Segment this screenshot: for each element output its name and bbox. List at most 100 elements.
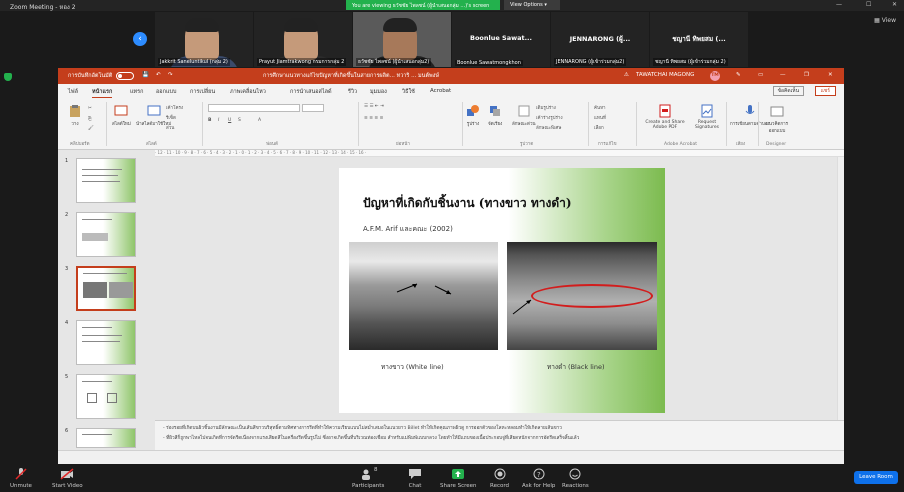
new-slide-button[interactable]: สไลด์ใหม่ — [112, 104, 131, 127]
participant-tile[interactable]: JENNARONG (ผู้... JENNARONG (ผู้เข้าร่วม… — [551, 12, 649, 67]
comments-button[interactable]: ข้อคิดเห็น — [772, 86, 804, 96]
layout-button[interactable]: เค้าโครง — [166, 104, 183, 111]
unmute-button[interactable]: Unmute — [10, 468, 32, 489]
participant-tile[interactable]: ชญานี ทิพยสม (... ชญานี ทิพยสม (ผู้เข้าร… — [650, 12, 748, 67]
ppt-minimize-icon[interactable]: — — [780, 72, 786, 78]
caption-black-line[interactable]: ทางดำ (Black line) — [547, 362, 605, 372]
font-name-box[interactable] — [208, 104, 300, 112]
save-icon[interactable]: 💾 — [142, 72, 149, 78]
slide-thumbnail[interactable] — [76, 212, 136, 257]
shape-fill-button[interactable]: เติมรูปร่าง — [536, 104, 556, 111]
arrange-button[interactable]: จัดเรียง — [488, 104, 502, 127]
reactions-button[interactable]: Reactions — [562, 468, 589, 489]
pen-icon[interactable]: ✎ — [736, 72, 741, 78]
group-paragraph: ย่อหน้า — [396, 142, 410, 147]
cut-icon[interactable]: ✂ — [88, 106, 92, 111]
reset-button[interactable]: รีเซ็ต — [166, 114, 176, 121]
arrow-annotations — [396, 283, 452, 295]
tab-file[interactable]: ไฟล์ — [68, 88, 78, 96]
slide-thumbnail[interactable] — [76, 158, 136, 203]
shape-outline-button[interactable]: เค้าร่างรูปร่าง — [536, 114, 563, 121]
italic-icon[interactable]: I — [218, 118, 219, 123]
ppt-close-icon[interactable]: ✕ — [828, 72, 833, 78]
font-size-box[interactable] — [302, 104, 324, 112]
speaker-notes[interactable]: - ร่องรอยที่เกิดบนผิวชิ้นงานมีลักษณะเป็น… — [155, 420, 844, 450]
tab-view[interactable]: มุมมอง — [370, 88, 387, 96]
participant-tile[interactable]: ธวัชชัย ไพลชน์ (ผู้นำเสนอกลุ่ม2) — [353, 12, 451, 67]
caption-white-line[interactable]: ทางขาว (White line) — [381, 362, 444, 372]
select-button[interactable]: เลือก — [594, 124, 604, 131]
start-video-label: Start Video — [52, 483, 83, 489]
tab-insert[interactable]: แทรก — [130, 88, 143, 96]
tab-design[interactable]: ออกแบบ — [156, 88, 176, 96]
slide-thumbnail[interactable] — [76, 374, 136, 419]
user-avatar[interactable]: TM — [710, 71, 720, 81]
share-screen-button[interactable]: Share Screen — [440, 468, 477, 489]
view-options-button[interactable]: View Options ▾ — [504, 0, 560, 10]
ask-for-help-button[interactable]: ? Ask for Help — [522, 468, 555, 489]
ppt-restore-icon[interactable]: ❐ — [804, 72, 809, 78]
maximize-icon[interactable]: ☐ — [866, 1, 871, 8]
paste-button[interactable]: วาง — [68, 104, 82, 127]
record-label: Record — [490, 483, 510, 489]
tab-transitions[interactable]: การเปลี่ยน — [190, 88, 215, 96]
undo-icon[interactable]: ↶ — [156, 72, 161, 78]
leave-room-button[interactable]: Leave Room — [854, 471, 898, 484]
white-line-photo[interactable] — [349, 242, 498, 350]
align-icon[interactable]: ≡ ≡ ≡ ≡ — [364, 116, 383, 121]
minimize-icon[interactable]: — — [836, 1, 842, 8]
find-button[interactable]: ค้นหา — [594, 104, 606, 111]
tab-acrobat[interactable]: Acrobat — [430, 88, 451, 94]
tab-review[interactable]: รีวิว — [348, 88, 357, 96]
close-icon[interactable]: ✕ — [892, 1, 897, 8]
replace-button[interactable]: แทนที่ — [594, 114, 606, 121]
font-color-icon[interactable]: A — [258, 118, 261, 123]
record-button[interactable]: Record — [490, 468, 509, 489]
copy-icon[interactable]: ⎘ — [88, 116, 92, 122]
tab-help[interactable]: วิธีใช้ — [402, 88, 415, 96]
bold-icon[interactable]: B — [208, 118, 211, 123]
design-ideas-button[interactable]: แนวคิดการออกแบบ — [762, 104, 792, 134]
chat-button[interactable]: Chat — [408, 468, 422, 489]
thumbnail-line — [83, 273, 127, 274]
format-painter-icon[interactable]: 🖌 — [88, 126, 94, 131]
slide-thumbnail-selected[interactable] — [76, 266, 136, 311]
tab-slideshow[interactable]: การนำเสนอสไลด์ — [290, 88, 332, 96]
slide-thumbnail[interactable] — [76, 428, 136, 448]
bullets-icon[interactable]: ☰ ☰ ⇤ ⇥ — [364, 104, 384, 109]
participant-tile[interactable]: Boonlue Sawat... Boonlue Sawatmongkhon — [452, 12, 550, 67]
help-icon: ? — [533, 468, 545, 480]
current-slide[interactable]: ปัญหาที่เกิดกับชิ้นงาน (ทางขาว ทางดำ) A.… — [339, 168, 665, 413]
strip-prev-button[interactable]: ‹ — [133, 32, 147, 46]
participant-tile[interactable]: Prayut Jiamtrakwong กรมการกลุ่ม 2 — [254, 12, 352, 67]
quick-styles-button[interactable]: ลักษณะด่วน — [512, 104, 536, 127]
request-signatures-button[interactable]: Request Signatures — [690, 104, 724, 130]
shape-effects-button[interactable]: ลักษณะพิเศษ — [536, 124, 561, 131]
slide-title[interactable]: ปัญหาที่เกิดกับชิ้นงาน (ทางขาว ทางดำ) — [363, 194, 572, 213]
slide-number: 6 — [65, 428, 69, 434]
participants-button[interactable]: Participants — [352, 468, 384, 489]
strikethrough-icon[interactable]: S — [238, 118, 241, 123]
slide-subtitle[interactable]: A.F.M. Arif และคณะ (2002) — [363, 224, 453, 235]
share-button[interactable]: แชร์ — [814, 86, 836, 96]
tab-animations[interactable]: ภาพเคลื่อนไหว — [230, 88, 266, 96]
autosave-toggle[interactable] — [116, 72, 134, 80]
warning-icon: ⚠ — [624, 72, 629, 78]
underline-icon[interactable]: U — [228, 118, 231, 123]
ribbon-display-icon[interactable]: ▭ — [758, 72, 763, 78]
black-line-photo[interactable] — [507, 242, 657, 350]
participant-tile[interactable]: Jakkrit Saneluntikul (กลุ่ม 2) — [155, 12, 253, 67]
view-button[interactable]: ▦ View — [874, 17, 896, 24]
section-button[interactable]: ส่วน — [166, 124, 174, 131]
ribbon-separator — [358, 102, 359, 146]
request-signatures-label: Request Signatures — [694, 120, 720, 130]
tab-home[interactable]: หน้าแรก — [92, 88, 113, 98]
slide-thumbnail[interactable] — [76, 320, 136, 365]
group-designer: Designer — [766, 142, 787, 147]
start-video-button[interactable]: Start Video — [52, 468, 83, 489]
vertical-scrollbar[interactable] — [837, 157, 844, 420]
shapes-button[interactable]: รูปร่าง — [466, 104, 480, 127]
redo-icon[interactable]: ↷ — [168, 72, 173, 78]
thumbnail-line — [82, 434, 112, 435]
create-share-pdf-button[interactable]: Create and Share Adobe PDF — [642, 104, 688, 130]
